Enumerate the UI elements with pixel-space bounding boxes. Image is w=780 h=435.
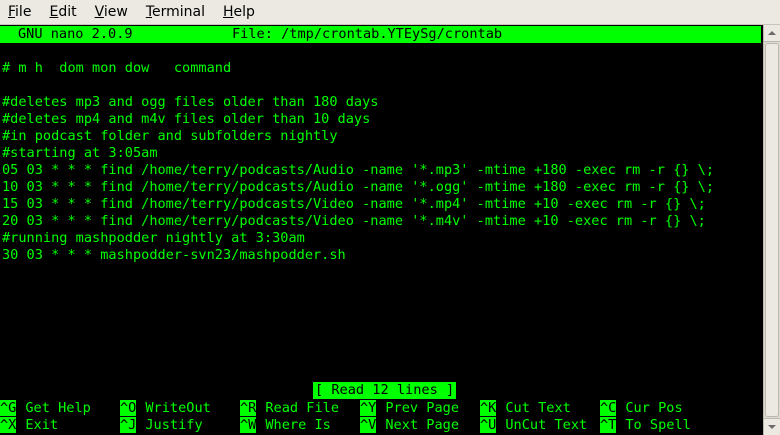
shortcut-label: Exit: [25, 417, 59, 433]
menu-help-rest: elp: [233, 4, 255, 20]
menu-edit[interactable]: Edit: [40, 0, 85, 24]
shortcut-justify[interactable]: ^J Justify: [120, 417, 203, 434]
terminal-area[interactable]: GNU nano 2.0.9 File: /tmp/crontab.YTEySg…: [0, 25, 763, 435]
nano-version: GNU nano 2.0.9: [18, 26, 133, 42]
shortcut-row-1: ^G Get Help ^O WriteOut ^R Read File ^Y Prev…: [0, 400, 763, 417]
menu-view-accel: V: [94, 4, 104, 20]
shortcut-key: ^Y: [360, 400, 377, 416]
shortcut-read-file[interactable]: ^R Read File: [240, 400, 339, 417]
shortcut-cut-text[interactable]: ^K Cut Text: [480, 400, 571, 417]
menu-view-rest: iew: [103, 4, 128, 20]
editor-line-11[interactable]: 20 03 * * * find /home/terry/podcasts/Vi…: [2, 213, 706, 230]
scroll-up-arrow-icon[interactable]: [764, 25, 780, 42]
shortcut-label: To Spell: [625, 417, 691, 433]
menu-bar: File Edit View Terminal Help: [0, 0, 780, 25]
shortcut-exit[interactable]: ^X Exit: [0, 417, 58, 434]
shortcut-label: Justify: [145, 417, 203, 433]
menu-terminal-rest: erminal: [152, 4, 205, 20]
shortcut-key: ^O: [120, 400, 137, 416]
menu-help[interactable]: Help: [214, 0, 264, 24]
menu-file-accel: F: [8, 4, 16, 20]
scroll-down-arrow-icon[interactable]: [764, 418, 780, 435]
menu-edit-rest: dit: [58, 4, 77, 20]
shortcut-get-help[interactable]: ^G Get Help: [0, 400, 91, 417]
menu-file[interactable]: File: [0, 0, 40, 24]
editor-line-4[interactable]: #deletes mp3 and ogg files older than 18…: [2, 94, 378, 111]
editor-line-9[interactable]: 10 03 * * * find /home/terry/podcasts/Au…: [2, 179, 714, 196]
menu-file-rest: ile: [15, 4, 32, 20]
editor-line-10[interactable]: 15 03 * * * find /home/terry/podcasts/Vi…: [2, 196, 706, 213]
menu-view[interactable]: View: [86, 0, 137, 24]
shortcut-to-spell[interactable]: ^T To Spell: [600, 417, 691, 434]
shortcut-row-2: ^X Exit ^J Justify ^W Where Is ^V Next Page …: [0, 417, 763, 434]
shortcut-key: ^R: [240, 400, 257, 416]
shortcut-key: ^J: [120, 417, 137, 433]
editor-line-6[interactable]: #in podcast folder and subfolders nightl…: [2, 128, 338, 145]
shortcut-label: Prev Page: [385, 400, 460, 416]
shortcut-label: Cut Text: [505, 400, 571, 416]
shortcut-prev-page[interactable]: ^Y Prev Page: [360, 400, 459, 417]
shortcut-key: ^X: [0, 417, 17, 433]
shortcut-next-page[interactable]: ^V Next Page: [360, 417, 459, 434]
shortcut-label: Cur Pos: [625, 400, 683, 416]
shortcut-label: Where Is: [265, 417, 331, 433]
shortcut-cur-pos[interactable]: ^C Cur Pos: [600, 400, 683, 417]
shortcut-writeout[interactable]: ^O WriteOut: [120, 400, 211, 417]
scrollbar-thumb[interactable]: [765, 43, 779, 417]
editor-line-7[interactable]: #starting at 3:05am: [2, 145, 158, 162]
editor-line-2[interactable]: # m h dom mon dow command: [2, 60, 231, 77]
shortcut-uncut-text[interactable]: ^U UnCut Text: [480, 417, 587, 434]
shortcut-label: Read File: [265, 400, 340, 416]
terminal-window: File Edit View Terminal Help GNU nano 2.…: [0, 0, 780, 435]
shortcut-label: Get Help: [25, 400, 91, 416]
shortcut-key: ^K: [480, 400, 497, 416]
menu-terminal[interactable]: Terminal: [137, 0, 214, 24]
vertical-scrollbar[interactable]: [763, 25, 780, 435]
shortcut-key: ^C: [600, 400, 617, 416]
shortcut-key: ^G: [0, 400, 17, 416]
shortcut-label: UnCut Text: [505, 417, 588, 433]
editor-line-12[interactable]: #running mashpodder nightly at 3:30am: [2, 230, 305, 247]
menu-edit-accel: E: [49, 4, 59, 20]
menu-help-accel: H: [223, 4, 234, 20]
editor-line-13[interactable]: 30 03 * * * mashpodder-svn23/mashpodder.…: [2, 247, 346, 264]
shortcut-where-is[interactable]: ^W Where Is: [240, 417, 331, 434]
shortcut-key: ^V: [360, 417, 377, 433]
shortcut-key: ^W: [240, 417, 257, 433]
shortcut-key: ^T: [600, 417, 617, 433]
editor-line-5[interactable]: #deletes mp4 and m4v files older than 10…: [2, 111, 370, 128]
nano-file-name: File: /tmp/crontab.YTEySg/crontab: [232, 26, 503, 42]
shortcut-label: WriteOut: [145, 400, 211, 416]
nano-title-bar: GNU nano 2.0.9 File: /tmp/crontab.YTEySg…: [0, 26, 761, 43]
shortcut-label: Next Page: [385, 417, 460, 433]
shortcut-key: ^U: [480, 417, 497, 433]
status-message: [ Read 12 lines ]: [313, 382, 457, 399]
editor-line-8[interactable]: 05 03 * * * find /home/terry/podcasts/Au…: [2, 162, 714, 179]
